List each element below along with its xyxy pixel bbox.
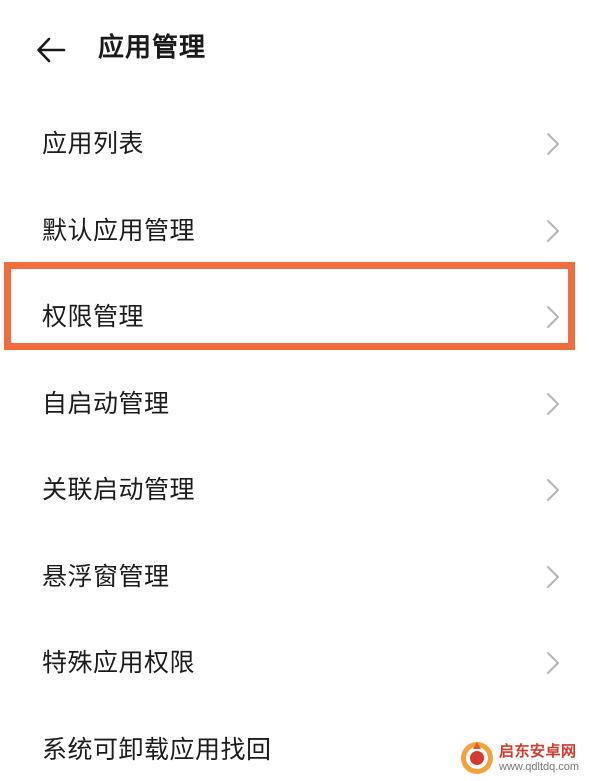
menu-item-autostart[interactable]: 自启动管理 (0, 361, 589, 448)
page-title: 应用管理 (98, 33, 207, 63)
chevron-right-icon (547, 479, 559, 501)
chevron-right-icon (547, 219, 559, 242)
watermark-title: 启东安卓网 (499, 742, 577, 760)
arrow-left-icon (37, 37, 66, 63)
top-app-bar: 应用管理 (0, 0, 589, 96)
menu-item-label: 悬浮窗管理 (42, 561, 170, 591)
menu-item-label: 自启动管理 (42, 388, 170, 418)
chevron-right-icon (547, 565, 559, 588)
menu-item-label: 关联启动管理 (42, 475, 196, 504)
chevron-right-icon (547, 133, 559, 155)
settings-menu-list: 应用列表 默认应用管理 权限管理 自启动管理 关联启动管理 悬浮窗管理 特殊应用… (0, 101, 589, 781)
menu-item-app-list[interactable]: 应用列表 (0, 101, 589, 188)
chevron-right-icon (547, 306, 559, 328)
menu-item-label: 默认应用管理 (42, 215, 196, 245)
watermark-url: www.qdltdq.com (499, 761, 580, 773)
menu-item-label: 特殊应用权限 (42, 648, 196, 677)
chevron-right-icon (547, 652, 559, 674)
menu-item-associated-launch[interactable]: 关联启动管理 (0, 447, 589, 534)
menu-item-floating-window[interactable]: 悬浮窗管理 (0, 534, 589, 621)
site-watermark: 启东安卓网 www.qdltdq.com (459, 740, 587, 778)
chevron-right-icon (547, 392, 559, 415)
menu-item-label: 权限管理 (42, 302, 145, 331)
watermark-logo-icon (461, 742, 493, 774)
menu-item-label: 系统可卸载应用找回 (42, 734, 272, 764)
menu-item-permissions[interactable]: 权限管理 (0, 274, 589, 361)
back-button[interactable] (30, 28, 74, 72)
menu-item-label: 应用列表 (42, 129, 145, 158)
menu-item-special-permissions[interactable]: 特殊应用权限 (0, 620, 589, 707)
menu-item-default-apps[interactable]: 默认应用管理 (0, 188, 589, 275)
